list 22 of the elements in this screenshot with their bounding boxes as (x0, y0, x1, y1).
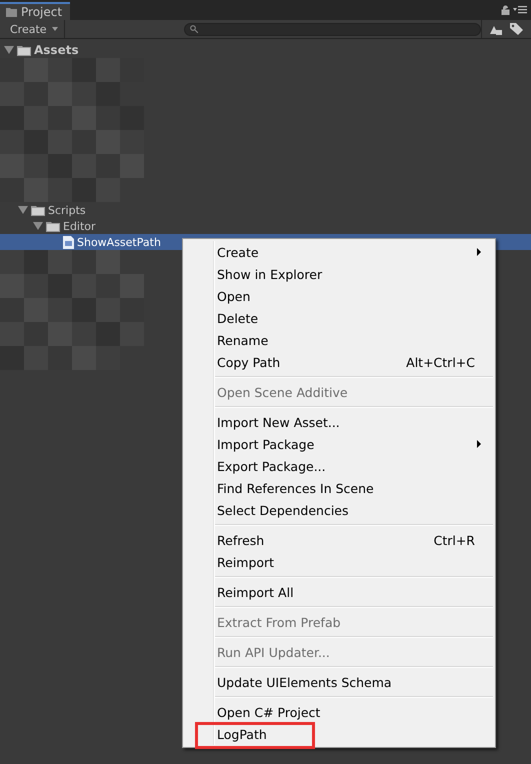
menu-item-label: Reimport All (217, 584, 294, 600)
menu-item-label: Open C# Project (217, 704, 320, 720)
menu-item-label: Extract From Prefab (217, 614, 341, 630)
shortcut-label: Alt+Ctrl+C (406, 354, 476, 370)
menu-item-label: Show in Explorer (217, 266, 322, 282)
menu-item-label: LogPath (217, 726, 267, 742)
menu-item-label: Refresh (217, 532, 264, 548)
menu-item-label: Delete (217, 310, 258, 326)
menu-item-label: Run API Updater... (217, 644, 330, 660)
menu-item-label: Export Package... (217, 458, 326, 474)
menu-item-label: Find References In Scene (217, 480, 374, 496)
menu-item-label: Open Scene Additive (217, 384, 348, 400)
menu-item-label: Reimport (217, 554, 274, 570)
menu-item-label: Create (217, 244, 259, 260)
menu-item-label: Select Dependencies (217, 502, 348, 518)
shortcut-label: Ctrl+R (434, 532, 476, 548)
menu-item-label: Copy Path (217, 354, 280, 370)
menu-item-label: Update UIElements Schema (217, 674, 392, 690)
menu-item-label: Import Package (217, 436, 314, 452)
menu-item-label: Open (217, 288, 250, 304)
menu-item-label: Rename (217, 332, 268, 348)
menu-item-label: Import New Asset... (217, 414, 340, 430)
